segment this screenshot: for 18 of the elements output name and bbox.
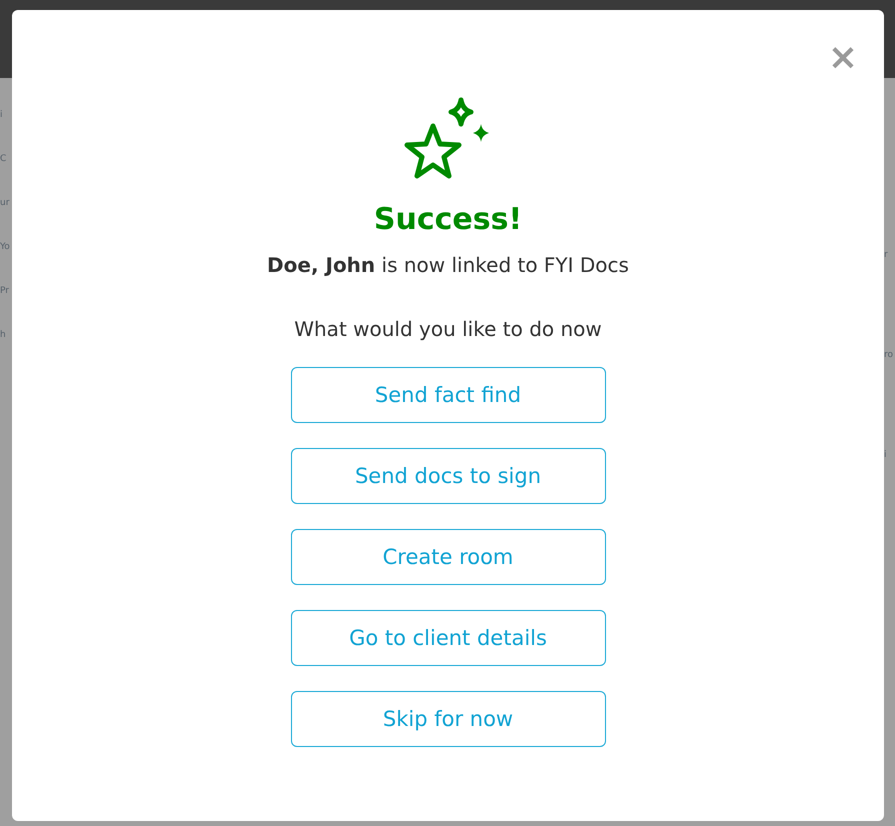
action-button[interactable]: Send docs to sign (290, 448, 606, 504)
dialog-title: Success! (374, 202, 522, 237)
background-text: i (884, 450, 887, 460)
close-button[interactable]: × (828, 40, 858, 76)
background-text: ro (884, 350, 894, 360)
action-button[interactable]: Create room (290, 529, 606, 585)
background-text: Pr (0, 286, 9, 296)
background-text: r (884, 250, 888, 260)
background-text: h (0, 330, 6, 340)
action-button[interactable]: Send fact find (290, 367, 606, 423)
action-button[interactable]: Go to client details (290, 610, 606, 666)
background-text: C (0, 154, 6, 164)
link-message: Doe, John is now linked to FYI Docs (267, 253, 629, 277)
prompt-text: What would you like to do now (294, 317, 602, 341)
background-text: Yo (0, 242, 10, 252)
background-text: ur (0, 198, 10, 208)
background-text: i (0, 110, 3, 120)
action-button[interactable]: Skip for now (290, 691, 606, 747)
